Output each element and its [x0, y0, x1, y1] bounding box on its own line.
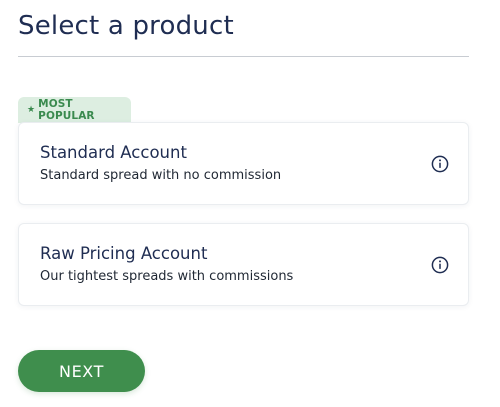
info-icon[interactable] [431, 256, 449, 274]
star-icon: ★ [27, 104, 36, 115]
title-divider [18, 56, 469, 57]
product-description: Our tightest spreads with commissions [40, 269, 294, 284]
most-popular-badge: ★ MOST POPULAR [18, 97, 131, 123]
product-card-standard-account[interactable]: Standard Account Standard spread with no… [18, 122, 469, 205]
product-card-raw-pricing-account[interactable]: Raw Pricing Account Our tightest spreads… [18, 223, 469, 306]
product-title: Standard Account [40, 143, 187, 162]
next-button[interactable]: NEXT [18, 350, 145, 392]
product-description: Standard spread with no commission [40, 168, 282, 183]
product-title: Raw Pricing Account [40, 244, 208, 263]
info-icon[interactable] [431, 155, 449, 173]
page-title: Select a product [18, 11, 234, 41]
most-popular-label: MOST POPULAR [38, 98, 95, 122]
